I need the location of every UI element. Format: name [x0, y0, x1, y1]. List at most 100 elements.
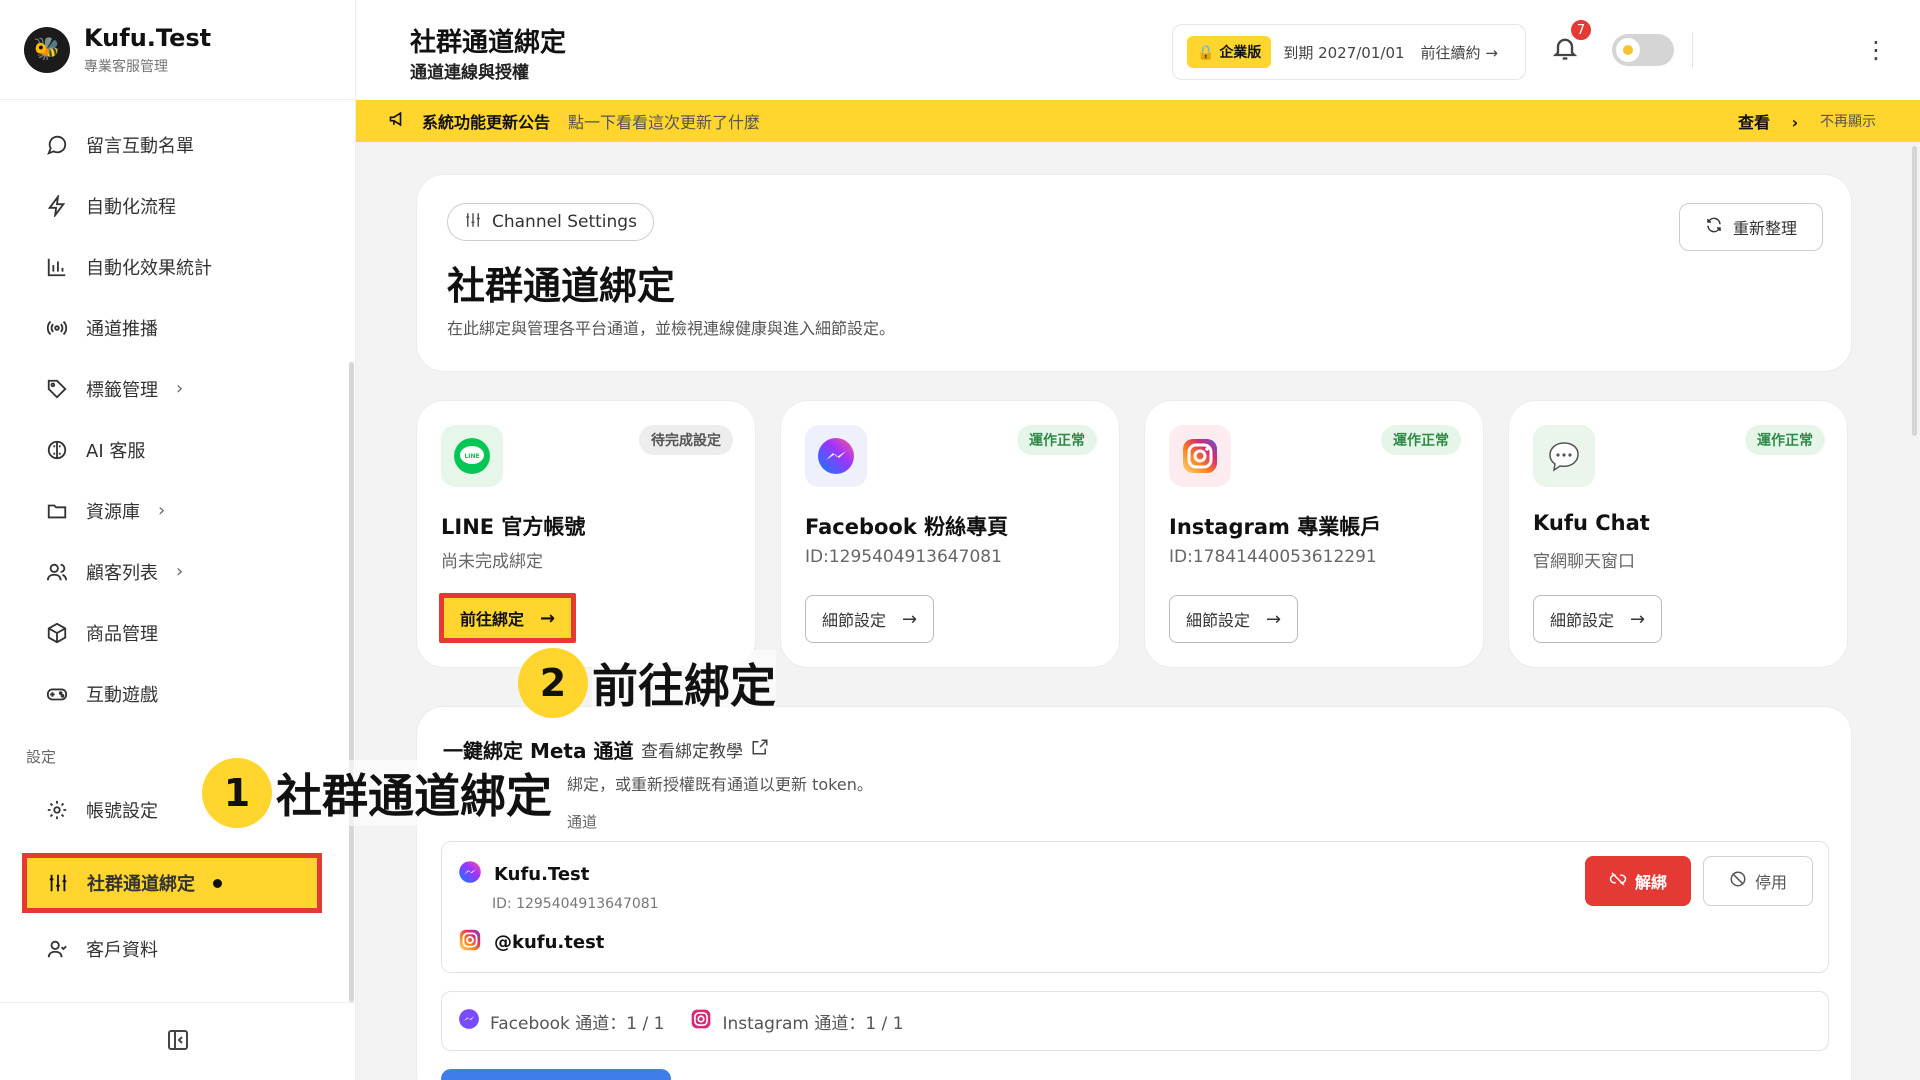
header-divider [1692, 32, 1693, 68]
sidebar-item-tags[interactable]: 標籤管理 › [0, 358, 355, 419]
account-row-facebook: Kufu.Test [458, 860, 589, 888]
lock-icon: 🔒 [1197, 45, 1215, 61]
announcement-text[interactable]: 點一下看看這次更新了什麼 [568, 109, 760, 133]
callout-number: 2 [518, 648, 588, 718]
announcement-title: 系統功能更新公告 [422, 113, 551, 132]
connected-account: Kufu.Test ID: 1295404913647081 @kufu.tes… [441, 841, 1829, 973]
gear-icon [44, 797, 70, 823]
detail-settings-button[interactable]: 細節設定 → [1169, 595, 1299, 643]
channel-card-facebook: 運作正常 Facebook 粉絲專頁 ID:1295404913647081 細… [780, 400, 1120, 668]
collapse-sidebar-icon[interactable] [166, 1028, 190, 1056]
channel-name: Instagram 專業帳戶 [1169, 515, 1382, 539]
disable-icon [1729, 870, 1747, 892]
plan-info: 🔒 企業版 到期 2027/01/01 前往續約 → [1172, 24, 1526, 80]
sidebar-item-customer-data[interactable]: 客戶資料 [0, 918, 158, 979]
sidebar-item-ai[interactable]: AI 客服 [0, 419, 355, 480]
channel-summary: Facebook 通道：1 / 1 Instagram 通道：1 / 1 [441, 991, 1829, 1051]
tutorial-link[interactable]: 查看綁定教學 [641, 737, 769, 762]
refresh-icon [1705, 216, 1723, 238]
callout-step-2: 2 前往綁定 [518, 648, 776, 718]
sidebar-item-broadcast[interactable]: 通道推播 [0, 297, 355, 358]
unbind-button[interactable]: 解綁 [1585, 856, 1691, 906]
channel-name: Facebook 粉絲專頁 [805, 515, 1009, 539]
arrow-right-icon: → [1266, 608, 1282, 630]
sidebar-item-label: 自動化效果統計 [86, 257, 212, 279]
external-link-icon [751, 738, 769, 761]
brand[interactable]: 🐝 Kufu.Test 專業客服管理 [0, 0, 355, 100]
sliders-icon [45, 870, 71, 896]
sidebar-item-label: 顧客列表 [86, 562, 158, 584]
sidebar-item-label: 客戶資料 [86, 939, 158, 961]
announcement-hide-link[interactable]: 不再顯示 [1820, 111, 1876, 131]
plan-badge-label: 企業版 [1219, 45, 1262, 61]
brand-logo-icon: 🐝 [24, 26, 70, 73]
section-pill-label: Channel Settings [492, 212, 637, 232]
renew-link[interactable]: 前往續約 → [1421, 42, 1498, 63]
sidebar-item-products[interactable]: 商品管理 [0, 602, 355, 663]
detail-settings-button[interactable]: 細節設定 → [805, 595, 935, 643]
callout-number: 1 [202, 758, 272, 828]
facebook-summary: Facebook 通道：1 / 1 [458, 1008, 664, 1035]
notification-badge: 7 [1569, 18, 1593, 42]
section-pill: Channel Settings [447, 203, 654, 241]
section-title: 社群通道綁定 [447, 264, 676, 308]
sidebar-item-automation-stats[interactable]: 自動化效果統計 [0, 236, 355, 297]
svg-text:LINE: LINE [464, 453, 479, 460]
instagram-icon [1169, 425, 1231, 487]
folder-icon [44, 498, 70, 524]
sidebar-item-label: 自動化流程 [86, 196, 176, 218]
chevron-right-icon: › [158, 500, 166, 521]
megaphone-icon [388, 109, 408, 133]
sidebar-item-label: 商品管理 [86, 623, 158, 645]
sidebar-item-comments[interactable]: 留言互動名單 [0, 114, 355, 175]
sidebar-item-label: AI 客服 [86, 440, 146, 462]
messenger-icon [805, 425, 867, 487]
broadcast-icon [44, 315, 70, 341]
sidebar-item-resources[interactable]: 資源庫 › [0, 480, 355, 541]
sidebar-item-label: 社群通道綁定 [87, 874, 195, 895]
chevron-right-icon: › [176, 378, 184, 399]
go-bind-button[interactable]: 前往綁定 → [439, 593, 577, 643]
unbind-label: 解綁 [1634, 873, 1667, 892]
messenger-icon [458, 1008, 480, 1035]
more-vertical-icon[interactable]: ⋮ [1864, 36, 1888, 64]
plan-expiry: 到期 2027/01/01 [1283, 43, 1405, 62]
sidebar-scrollbar[interactable] [349, 362, 354, 1002]
announcement-view-link[interactable]: 查看 › [1738, 109, 1798, 133]
sidebar-item-automation[interactable]: 自動化流程 [0, 175, 355, 236]
theme-toggle[interactable] [1612, 34, 1674, 66]
status-badge: 待完成設定 [639, 425, 733, 455]
sidebar-item-customers[interactable]: 顧客列表 › [0, 541, 355, 602]
chevron-right-icon: › [176, 561, 184, 582]
sidebar-item-channel-binding[interactable]: 社群通道綁定 [22, 853, 322, 913]
go-bind-label: 前往綁定 [460, 610, 525, 629]
meta-description: 綁定，或重新授權既有通道以更新 token。 [567, 775, 873, 794]
sidebar-item-label: 互動遊戲 [86, 684, 158, 706]
sidebar: 🐝 Kufu.Test 專業客服管理 留言互動名單 自動化流程 自動化效果統計 [0, 0, 356, 1080]
tag-icon [44, 376, 70, 402]
brand-name: Kufu.Test [84, 23, 212, 52]
sun-icon [1616, 38, 1640, 62]
main-scrollbar[interactable] [1912, 146, 1917, 436]
callout-text: 前往綁定 [592, 650, 776, 716]
section-description: 在此綁定與管理各平台通道，並檢視連線健康與進入細節設定。 [447, 319, 896, 338]
channel-subtext: 尚未完成綁定 [441, 552, 543, 572]
refresh-button[interactable]: 重新整理 [1679, 203, 1823, 251]
top-header: 社群通道綁定 通道連線與授權 🔒 企業版 到期 2027/01/01 前往續約 … [356, 0, 1920, 100]
users-icon [44, 559, 70, 585]
meta-bind-button[interactable] [441, 1069, 671, 1080]
instagram-summary: Instagram 通道：1 / 1 [690, 1008, 904, 1035]
channel-name: LINE 官方帳號 [441, 515, 586, 539]
detail-settings-button[interactable]: 細節設定 → [1533, 595, 1663, 643]
tutorial-label: 查看綁定教學 [641, 742, 743, 762]
page-subtitle: 通道連線與授權 [410, 63, 529, 83]
channel-settings-intro: Channel Settings 社群通道綁定 在此綁定與管理各平台通道，並檢視… [416, 174, 1852, 372]
box-icon [44, 620, 70, 646]
disable-button[interactable]: 停用 [1703, 856, 1813, 906]
account-name: Kufu.Test [494, 863, 590, 885]
sidebar-item-games[interactable]: 互動遊戲 [0, 663, 355, 724]
channel-card-line: LINE 待完成設定 LINE 官方帳號 尚未完成綁定 前往綁定 → [416, 400, 756, 668]
callout-text: 社群通道綁定 [276, 760, 552, 826]
detail-settings-label: 細節設定 [822, 611, 887, 630]
sliders-icon [464, 211, 482, 234]
